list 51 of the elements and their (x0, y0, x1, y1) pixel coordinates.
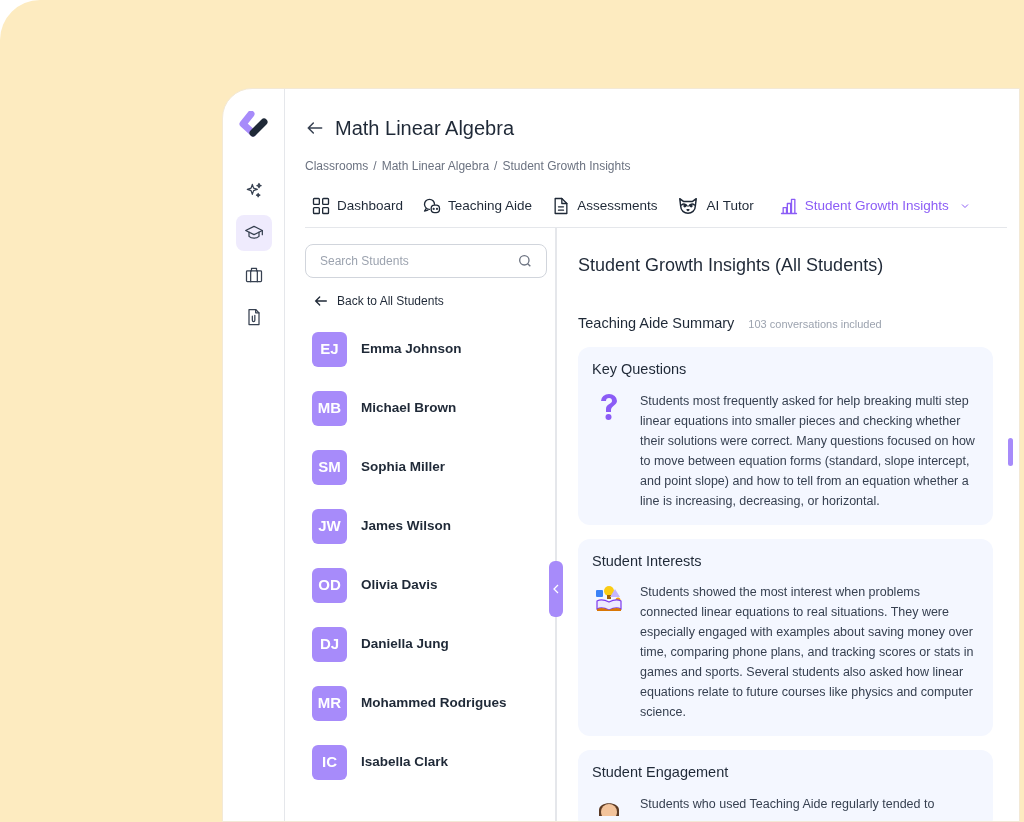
card-text: Students showed the most interest when problems connected linear equations to real situations. They were especially engaged with examples about saving money over time, comparing phone plans, and tracking scores or stats in games and sports. Several students also asked how linear equations relate to future courses like physics and computer science. (640, 584, 975, 722)
breadcrumb-link[interactable]: Student Growth Insights (502, 157, 631, 175)
card-title: Key Questions (592, 359, 688, 379)
student-avatar: JW (312, 509, 347, 544)
student-avatar: OD (312, 568, 347, 603)
student-name[interactable]: Isabella Clark (361, 752, 449, 773)
student-avatar: SM (312, 450, 347, 485)
student-name[interactable]: Daniella Jung (361, 634, 449, 655)
card-title: Student Engagement (592, 763, 730, 783)
section-title: Teaching Aide Summary (578, 314, 735, 333)
book-and-lightbulb-icon (595, 584, 623, 613)
student-name[interactable]: Emma Johnson (361, 339, 462, 360)
card-title: Student Interests (592, 551, 703, 571)
card-text: Students who used Teaching Aide regularly tended to (640, 796, 935, 813)
student-avatar: EJ (312, 332, 347, 367)
breadcrumb-link[interactable]: Math Linear Algebra (381, 157, 490, 175)
bar-chart-icon (778, 196, 799, 216)
insights-title: Student Growth Insights (All Students) (578, 254, 885, 277)
search-field[interactable]: Search Students (305, 244, 547, 278)
nav-tab[interactable]: Teaching Aide (422, 195, 533, 217)
nav-tab[interactable]: Dashboard (311, 195, 404, 217)
search-icon (517, 253, 533, 269)
student-name[interactable]: Mohammed Rodrigues (361, 693, 507, 714)
breadcrumb-separator: / (494, 158, 498, 175)
grid-icon (311, 196, 331, 216)
conversation-count: 103 conversations included (748, 317, 882, 332)
nav-tab[interactable]: AI Tutor (676, 195, 754, 217)
card-text: Students most frequently asked for help breaking multi step linear equations into smaller pieces and checking whether their solutions were correct. Many questions focused on how to move between equation forms (standard, slope intercept, and point slope) and how to tell from an equation whether a line is increasing, decreasing, or horizontal. (640, 392, 976, 510)
back-arrow-icon (313, 293, 329, 309)
breadcrumb-link[interactable]: Classrooms (305, 157, 369, 175)
page-title: Math Linear Algebra (335, 116, 514, 141)
collapse-handle[interactable] (549, 561, 563, 617)
question-mark-icon (598, 392, 620, 421)
student-name[interactable]: James Wilson (361, 516, 451, 537)
chat-bubbles-icon (422, 196, 443, 216)
app-logo (238, 111, 269, 139)
student-name[interactable]: Olivia Davis (361, 575, 438, 596)
student-name[interactable]: Michael Brown (361, 398, 457, 419)
back-link[interactable]: Back to All Students (313, 292, 444, 310)
briefcase-icon (243, 265, 264, 285)
student-avatar: MB (312, 391, 347, 426)
sidebar-item[interactable] (235, 215, 272, 251)
student-avatar: IC (312, 745, 347, 780)
chevron-left-icon (552, 584, 560, 594)
breadcrumb-separator: / (373, 158, 377, 175)
nav-tab[interactable]: Assessments (551, 195, 658, 217)
nav-tab[interactable]: Student Growth Insights (778, 195, 971, 217)
student-avatar: MR (312, 686, 347, 721)
student-avatar: DJ (312, 627, 347, 662)
scrollbar-thumb (1008, 438, 1013, 466)
student-name[interactable]: Sophia Miller (361, 457, 445, 478)
